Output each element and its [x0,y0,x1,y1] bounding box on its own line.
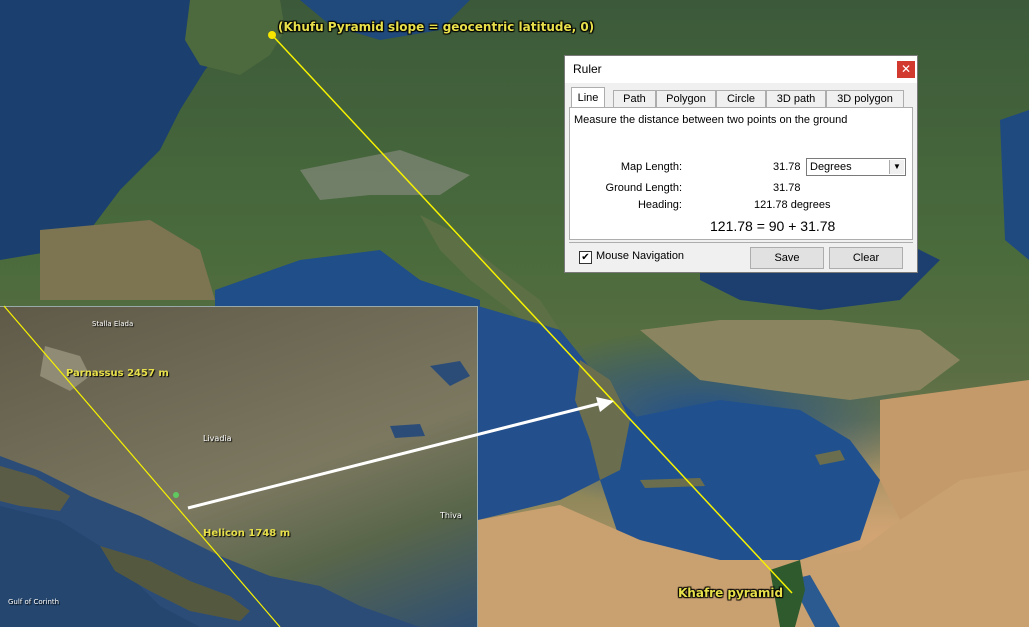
tab-3d-polygon[interactable]: 3D polygon [826,90,904,107]
inset-map-greece[interactable]: Stalla Elada Parnassus 2457 m Livadia He… [0,306,478,627]
tab-polygon[interactable]: Polygon [656,90,716,107]
ruler-dialog[interactable]: Ruler ✕ Line Path Polygon Circle 3D path… [564,55,918,273]
line-tab-panel: Measure the distance between two points … [569,107,913,240]
ground-length-label: Ground Length: [605,182,682,194]
inset-terrain [0,346,470,627]
unit-select[interactable]: Degrees ▼ [806,158,906,176]
clear-button[interactable]: Clear [829,247,903,269]
ruler-titlebar[interactable]: Ruler ✕ [565,56,917,83]
thiva-label: Thiva [440,511,462,520]
heading-equation: 121.78 = 90 + 31.78 [710,218,836,234]
ruler-description: Measure the distance between two points … [574,114,848,126]
heading-label: Heading: [637,199,682,211]
khafre-label: Khafre pyramid [678,586,784,600]
map-length-value: 31.78 [773,161,801,173]
unit-select-value: Degrees [810,161,852,173]
ruler-title: Ruler [573,62,602,76]
helicon-label: Helicon 1748 m [203,528,291,539]
gulf-of-corinth-label: Gulf of Corinth [8,598,60,606]
chevron-down-icon[interactable]: ▼ [889,160,904,174]
save-button[interactable]: Save [750,247,824,269]
tab-path[interactable]: Path [613,90,656,107]
amfikleia-label: Stalla Elada [92,320,134,328]
map-length-label: Map Length: [620,161,682,173]
tab-circle[interactable]: Circle [716,90,766,107]
livadia-label: Livadia [203,434,232,443]
mouse-navigation-checkbox[interactable]: ✔ [579,251,592,264]
close-icon[interactable]: ✕ [897,61,915,78]
parnassus-label: Parnassus 2457 m [66,368,169,379]
heading-value: 121.78 degrees [754,199,831,211]
khufu-label: (Khufu Pyramid slope = geocentric latitu… [278,20,595,34]
mouse-navigation-label: Mouse Navigation [596,250,685,262]
ground-length-value: 31.78 [773,182,801,194]
divider [569,242,913,243]
tab-line[interactable]: Line [571,87,605,108]
tab-3d-path[interactable]: 3D path [766,90,826,107]
